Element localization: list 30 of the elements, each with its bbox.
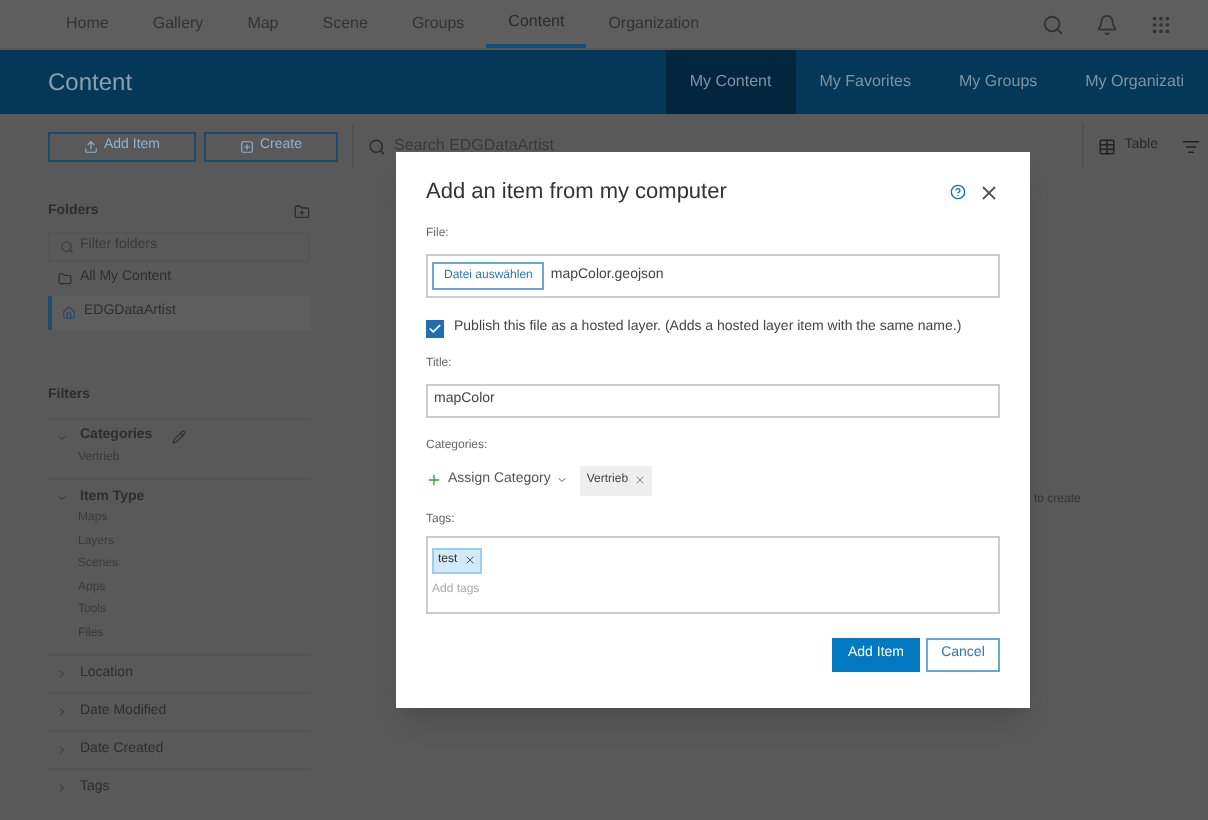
search-icon: [60, 240, 74, 254]
chevron-right-icon: [56, 706, 68, 718]
help-icon[interactable]: [950, 184, 966, 200]
notification-bell-icon[interactable]: [1096, 13, 1118, 35]
dialog-title: Add an item from my computer: [426, 177, 727, 208]
content-tab[interactable]: My Organizati: [1061, 50, 1208, 114]
table-view-icon: [1098, 137, 1117, 155]
search-icon[interactable]: [1042, 13, 1064, 35]
app-launcher-icon[interactable]: [1150, 13, 1172, 35]
chevron-right-icon: [56, 668, 68, 680]
upload-icon: [83, 139, 98, 153]
publish-checkbox[interactable]: [426, 319, 444, 338]
remove-icon[interactable]: [634, 474, 647, 486]
sort-icon[interactable]: [1182, 137, 1200, 155]
home-icon: [62, 306, 76, 320]
content-tab[interactable]: My Content: [665, 50, 796, 114]
close-icon[interactable]: [978, 181, 1000, 203]
plus-icon: [426, 472, 442, 488]
chevron-right-icon: [56, 744, 68, 756]
edit-icon[interactable]: [172, 430, 187, 444]
folder-icon: [58, 272, 72, 286]
page-title: Content: [48, 66, 133, 100]
new-folder-icon[interactable]: [294, 204, 310, 220]
content-tab[interactable]: My Favorites: [795, 50, 936, 114]
content-tab[interactable]: My Groups: [935, 50, 1062, 114]
plus-square-icon: [239, 139, 254, 153]
chevron-down-icon: [556, 474, 569, 486]
chevron-right-icon: [56, 782, 68, 794]
search-icon: [368, 137, 386, 155]
remove-icon[interactable]: [463, 554, 476, 566]
